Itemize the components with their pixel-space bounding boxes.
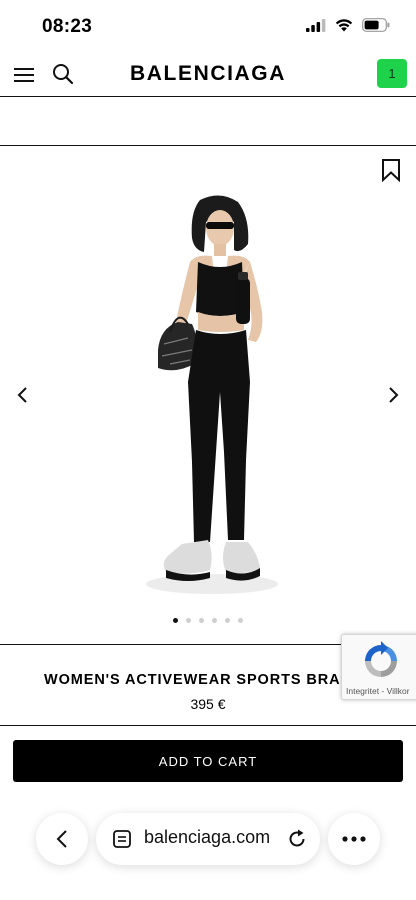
status-icons [306,18,390,32]
url-text: balenciaga.com [144,827,271,847]
product-image [146,195,278,594]
chevron-left-icon[interactable] [14,384,32,406]
slide-dot[interactable] [238,618,243,623]
reload-icon[interactable] [286,828,308,850]
cart-count: 1 [388,66,396,81]
browser-back-button[interactable] [36,813,88,865]
slide-indicator [0,618,416,623]
wifi-icon [335,19,353,32]
more-icon [342,836,366,842]
slide-dot[interactable] [212,618,217,623]
add-to-cart-button[interactable]: ADD TO CART [13,740,403,782]
product-gallery[interactable] [0,146,416,645]
bookmark-icon[interactable] [380,158,402,182]
header-spacer [0,97,416,146]
cart-button[interactable]: 1 [377,59,407,88]
slide-dot[interactable] [225,618,230,623]
signal-icon [306,18,326,32]
slide-dot[interactable] [173,618,178,623]
browser-toolbar: balenciaga.com [0,805,416,900]
recaptcha-icon [365,641,397,677]
status-time: 08:23 [42,16,93,37]
tabs-icon[interactable] [112,829,132,849]
battery-icon [362,18,390,32]
address-bar[interactable]: balenciaga.com [96,813,320,865]
recaptcha-links[interactable]: Integritet - Villkor [346,686,410,696]
recaptcha-badge[interactable]: Integritet - Villkor [341,634,416,700]
status-bar: 08:23 [0,0,416,54]
chevron-right-icon[interactable] [384,384,402,406]
slide-dot[interactable] [186,618,191,623]
site-header: BALENCIAGA 1 [0,54,416,97]
slide-dot[interactable] [199,618,204,623]
browser-more-button[interactable] [328,813,380,865]
brand-logo[interactable]: BALENCIAGA [0,62,416,86]
back-icon [56,830,67,848]
